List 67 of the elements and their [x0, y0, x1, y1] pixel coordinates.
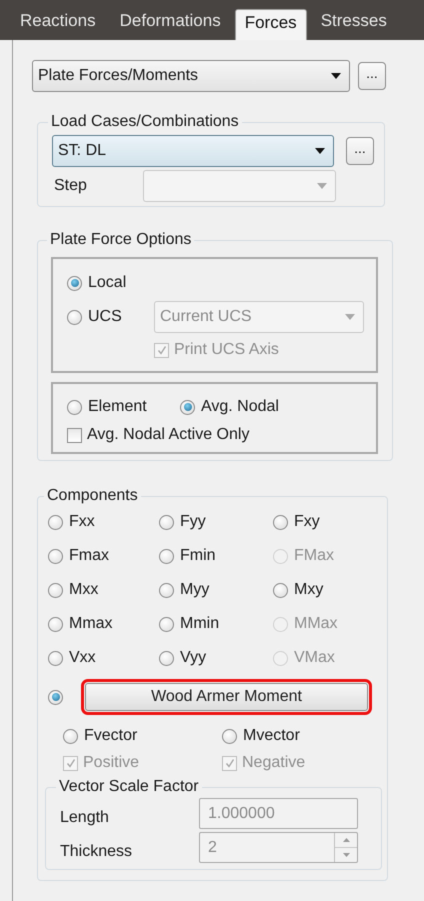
tab[interactable]: Forces	[234, 9, 307, 40]
caret-icon	[345, 314, 355, 320]
radio-label: FMax	[294, 547, 334, 565]
radio-label: Element	[88, 398, 147, 416]
radio-label: Fxx	[69, 513, 95, 531]
radio-label: Vxx	[69, 649, 96, 667]
caret-icon	[315, 148, 325, 154]
check-icon	[156, 344, 168, 356]
radio-button[interactable]	[159, 582, 174, 598]
radio-button[interactable]	[63, 728, 78, 744]
group-title: Vector Scale Factor	[58, 778, 200, 796]
radio-button[interactable]	[48, 616, 63, 632]
checkbox-label: Positive	[83, 754, 140, 772]
tab[interactable]: Stresses	[310, 9, 397, 40]
length-label: Length	[60, 808, 110, 826]
tab[interactable]: Reactions	[10, 9, 106, 40]
radio-button[interactable]	[67, 400, 82, 414]
caret-icon	[317, 183, 327, 189]
radio-button[interactable]	[67, 276, 82, 290]
radio-button[interactable]	[159, 650, 174, 666]
radio-label: Myy	[180, 581, 210, 599]
group-title: Plate Force Options	[49, 231, 192, 249]
checkbox-label: Avg. Nodal Active Only	[87, 426, 250, 444]
radio-label: Avg. Nodal	[201, 398, 279, 416]
radio-label: Mvector	[243, 727, 300, 745]
radio-button[interactable]	[159, 514, 174, 530]
more-button[interactable]: ...	[358, 62, 386, 90]
radio-button[interactable]	[48, 582, 63, 598]
checkbox[interactable]	[67, 428, 82, 442]
radio-label: Fvector	[84, 727, 138, 745]
checkbox-label: Negative	[242, 754, 306, 772]
radio-button[interactable]	[48, 690, 63, 704]
radio-button[interactable]	[273, 582, 288, 598]
radio-label: Mxx	[69, 581, 98, 599]
radio-button[interactable]	[222, 728, 237, 744]
radio-label: Mmax	[69, 615, 113, 633]
radio-label: Fmax	[69, 547, 109, 565]
radio-button[interactable]	[159, 548, 174, 564]
radio-button[interactable]	[159, 616, 174, 632]
radio-label: Vyy	[180, 649, 206, 667]
radio-button[interactable]	[67, 310, 82, 324]
radio-label: Mmin	[180, 615, 220, 633]
tab[interactable]: Deformations	[110, 9, 231, 40]
radio-label: Local	[88, 274, 126, 292]
radio-label: Fmin	[180, 547, 216, 565]
check-icon	[224, 757, 236, 769]
radio-label: MMax	[294, 615, 338, 633]
radio-button[interactable]	[48, 514, 63, 530]
caret-icon	[331, 73, 341, 79]
radio-label: UCS	[88, 308, 122, 326]
result-type-dropdown[interactable]: Plate Forces/Moments	[32, 60, 350, 92]
check-icon	[64, 757, 76, 769]
radio-button[interactable]	[48, 548, 63, 564]
radio-button[interactable]	[180, 400, 195, 414]
radio-button[interactable]	[48, 650, 63, 666]
group-title: Components	[46, 487, 139, 505]
radio-label: VMax	[294, 649, 335, 667]
radio-label: Mxy	[294, 581, 324, 599]
group-title: Load Cases/Combinations	[50, 113, 240, 131]
step-label: Step	[53, 177, 88, 195]
radio-label: Fxy	[294, 513, 320, 531]
radio-button[interactable]	[273, 514, 288, 530]
thickness-label: Thickness	[60, 842, 134, 860]
checkbox-label: Print UCS Axis	[174, 341, 279, 359]
more-button[interactable]: ...	[346, 137, 374, 165]
load-case-dropdown[interactable]: ST: DL	[52, 135, 334, 167]
radio-label: Fyy	[180, 513, 206, 531]
